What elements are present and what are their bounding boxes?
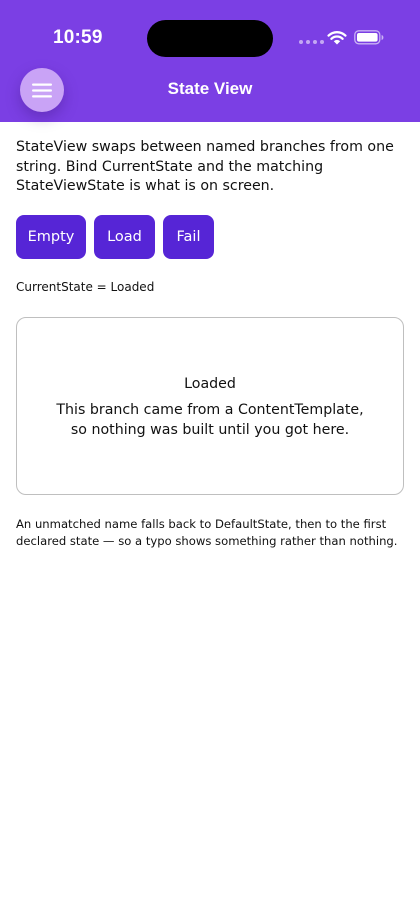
dynamic-island [147,20,273,57]
state-view-card: Loaded This branch came from a ContentTe… [16,317,404,495]
footnote-text: An unmatched name falls back to DefaultS… [16,517,398,548]
state-buttons: Empty Load Fail [16,215,214,259]
battery-icon [354,30,384,45]
state-card-title: Loaded [184,376,236,392]
app-header: 10:59 State View [0,0,420,122]
page-title: State View [167,79,253,98]
cellular-signal-icon [299,40,324,44]
current-state-label: CurrentState = Loaded [16,280,155,294]
fail-button[interactable]: Fail [163,215,214,259]
status-time: 10:59 [53,27,103,48]
state-card-body: This branch came from a ContentTemplate,… [56,402,364,438]
wifi-icon [327,31,347,45]
load-button[interactable]: Load [94,215,155,259]
empty-button[interactable]: Empty [16,215,86,259]
intro-text: StateView swaps between named branches f… [16,139,394,194]
